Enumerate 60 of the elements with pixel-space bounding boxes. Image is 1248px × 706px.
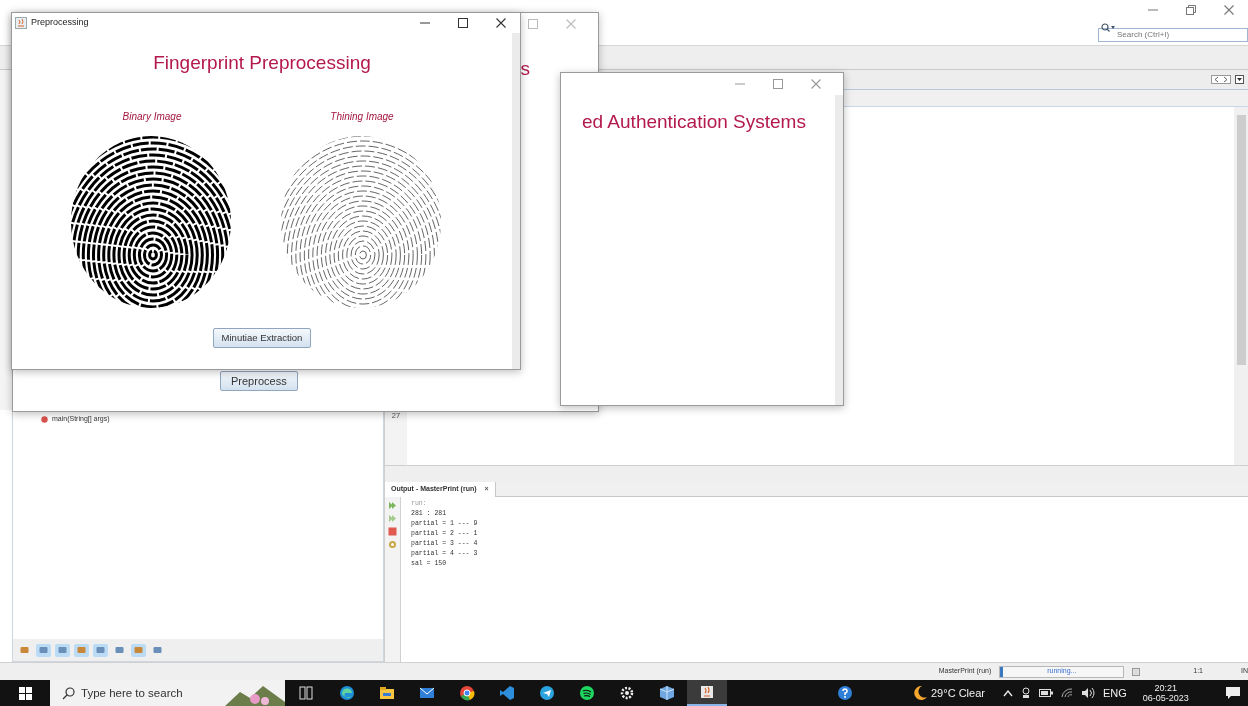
notification-icon[interactable] [1225, 686, 1241, 700]
taskbar-app-button[interactable] [687, 680, 727, 706]
windows-logo-icon[interactable] [18, 686, 32, 700]
app-icon [339, 685, 355, 701]
tab-list-icon[interactable] [1235, 75, 1244, 84]
image-caption: Binary Image [122, 109, 182, 124]
app-icon [499, 685, 515, 701]
app-icon [699, 684, 715, 700]
task-view-icon [299, 685, 315, 701]
clock-time[interactable]: 20:21 [1154, 683, 1178, 693]
window-heading: ed Authentication Systems [582, 111, 806, 132]
app-icon [419, 685, 435, 701]
filter-button[interactable] [74, 643, 89, 657]
filter-icon [115, 646, 124, 654]
weather-text[interactable]: 29°C Clear [931, 684, 985, 702]
maximize-button[interactable] [458, 18, 468, 28]
search-field[interactable]: Type here to search [50, 680, 225, 706]
scroll-tabs-icon[interactable] [1211, 75, 1231, 84]
filter-icon [77, 646, 86, 654]
filter-button[interactable] [131, 643, 146, 657]
scrollbar-thumb[interactable] [1236, 115, 1246, 365]
method-icon [41, 415, 48, 423]
clock-date[interactable]: 06-05-2023 [1142, 693, 1189, 703]
chevron-up-icon[interactable] [1002, 689, 1013, 697]
cancel-icon[interactable] [1132, 667, 1141, 676]
app-icon [459, 685, 475, 701]
battery-icon[interactable] [1038, 689, 1053, 697]
filter-button[interactable] [93, 643, 108, 657]
preprocess-button[interactable]: Preprocess [220, 370, 298, 391]
speaker-icon[interactable] [1080, 688, 1095, 698]
app-icon [379, 685, 395, 701]
search-icon [1101, 23, 1115, 32]
app-icon [15, 17, 27, 29]
app-icon [579, 685, 595, 701]
help-icon[interactable] [837, 685, 853, 701]
filter-icon [96, 646, 105, 654]
search-field[interactable]: Search (Ctrl+I) [1098, 27, 1248, 42]
filter-button[interactable] [36, 643, 51, 657]
tray-icon[interactable] [1020, 687, 1031, 699]
wifi-icon[interactable] [1060, 688, 1073, 698]
restore-button[interactable] [1186, 5, 1196, 15]
gear-icon [619, 685, 635, 701]
moon-icon [913, 685, 927, 701]
filter-icon [58, 646, 67, 654]
cube-icon [659, 685, 675, 701]
window-heading: s [520, 57, 530, 81]
filter-icon [39, 646, 48, 654]
minutiae-extraction-button[interactable]: Minutiae Extraction [212, 327, 312, 348]
filter-icon [134, 646, 143, 654]
language-indicator[interactable]: ENG [1102, 684, 1127, 702]
window-title: Preprocessing [31, 16, 90, 30]
close-button[interactable] [496, 18, 506, 28]
image-caption: Thining Image [330, 109, 394, 124]
filter-button[interactable] [55, 643, 70, 657]
window-heading: Fingerprint Preprocessing [153, 51, 371, 75]
stop-icon[interactable] [388, 527, 397, 536]
filter-icon [153, 646, 162, 654]
filter-icon [20, 646, 29, 654]
app-icon [539, 685, 555, 701]
search-icon [62, 687, 75, 700]
